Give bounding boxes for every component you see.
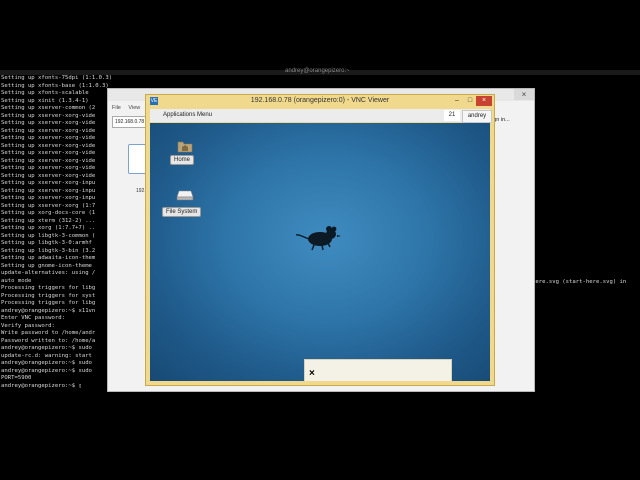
applications-menu-button[interactable]: Applications Menu — [163, 112, 212, 118]
terminal-line: Setting up adwaita-icon-them — [1, 255, 96, 261]
terminal-line: Setting up xserver-xorg (1:7 — [1, 202, 96, 209]
terminal-line: Processing triggers for syst — [1, 292, 96, 299]
terminal-line: update-alternatives: using / — [1, 270, 96, 276]
terminal-output-right: here.svg (start-here.svg) in — [532, 279, 627, 285]
terminal-line: Setting up xserver-xorg-vide — [1, 127, 96, 134]
terminal-line: Setting up xserver-xorg-vide — [1, 142, 96, 149]
terminal-line: Setting up xserver-xorg-vide — [1, 172, 96, 179]
terminal-line: Setting up xserver-xorg-inpu — [1, 180, 96, 186]
terminal-line: Setting up xserver-xorg-inpu — [1, 187, 96, 194]
desktop-icon-label: File System — [162, 207, 202, 217]
terminal-line: Setting up xserver-xorg-vide — [1, 157, 96, 164]
terminal-line: Setting up xserver-xorg-vide — [1, 112, 96, 119]
notification-close-icon[interactable]: × — [309, 369, 315, 379]
drive-icon — [176, 190, 194, 201]
terminal-output: Setting up xfonts-75dpi (1:1.0.3) ...Set… — [1, 75, 111, 390]
terminal-line: Setting up xserver-xorg-vide — [1, 135, 96, 141]
xfce-top-panel: Applications Menu 21 andrey — [150, 109, 492, 123]
terminal-line: Verify password: — [1, 322, 55, 329]
maximize-button[interactable]: □ — [463, 96, 477, 106]
terminal-line: Setting up xterm (312-2) ... — [1, 217, 96, 224]
terminal-line: andrey@orangepizero:~$ sudo — [1, 345, 92, 351]
terminal-line: Setting up xserver-common (2 — [1, 105, 96, 111]
terminal-line: PORT=5900 — [1, 375, 32, 381]
terminal-line: Setting up xserver-xorg-vide — [1, 150, 96, 156]
terminal-line: Setting up xorg-docs-core (1 — [1, 210, 96, 216]
close-button[interactable]: × — [476, 96, 492, 106]
remote-desktop[interactable]: Home File System × — [150, 123, 490, 381]
terminal-line: update-rc.d: warning: start — [1, 352, 92, 359]
outer-menubar: File View — [112, 105, 146, 111]
desktop-icon-label: Home — [170, 155, 195, 165]
desktop-icon-file-system[interactable]: File System — [160, 185, 210, 221]
terminal-line: Setting up xserver-xorg-vide — [1, 120, 96, 126]
terminal-line: Setting up xinit (1.3.4-1) — [1, 97, 89, 104]
minimize-button[interactable]: – — [450, 96, 464, 106]
notification-popup[interactable]: × — [304, 359, 452, 381]
terminal-line: Enter VNC password: — [1, 315, 65, 321]
terminal-line: andrey@orangepizero:~$ ▯ — [1, 382, 82, 389]
menu-file[interactable]: File — [112, 105, 121, 111]
terminal-line: Processing triggers for libg — [1, 300, 96, 306]
terminal-line: Setting up xserver-xorg-vide — [1, 165, 96, 171]
terminal-line: Write password to /home/andr — [1, 330, 96, 336]
vnc-titlebar[interactable]: VE 192.168.0.78 (orangepizero:0) - VNC V… — [146, 95, 494, 108]
home-folder-icon — [177, 141, 193, 153]
terminal-line: auto mode — [1, 277, 32, 284]
user-menu-button[interactable]: andrey — [462, 110, 492, 123]
terminal-line: Setting up xorg (1:7.7+7) .. — [1, 225, 96, 231]
desktop-icon-home[interactable]: Home — [170, 135, 200, 171]
terminal-line: Setting up libgtk-3-0:armhf — [1, 240, 92, 246]
terminal-line: Setting up xfonts-base (1:1.0.3) ... — [1, 82, 111, 89]
terminal-line: andrey@orangepizero:~$ sudo — [1, 367, 92, 374]
terminal-line: Setting up libgtk-3-common ( — [1, 232, 96, 239]
terminal-line: andrey@orangepizero:~$ x11vn — [1, 307, 96, 314]
menu-view[interactable]: View — [128, 105, 140, 111]
terminal-line: Setting up xfonts-75dpi (1:1.0.3) ... — [1, 75, 111, 81]
outer-close-button[interactable]: × — [514, 89, 534, 100]
terminal-line: Setting up libgtk-3-bin (3.2 — [1, 247, 96, 254]
terminal-line: Setting up xfonts-scalable — [1, 90, 89, 96]
xfce-mouse-logo-icon — [296, 226, 341, 251]
terminal-title: andrey@orangepizero:~ — [285, 68, 350, 74]
terminal-line: Processing triggers for libg — [1, 285, 96, 291]
terminal-line: Setting up gnome-icon-theme — [1, 262, 92, 269]
vnc-viewer-window[interactable]: VE 192.168.0.78 (orangepizero:0) - VNC V… — [145, 94, 495, 386]
vnc-window-title: 192.168.0.78 (orangepizero:0) - VNC View… — [250, 97, 390, 104]
terminal-line: Setting up xserver-xorg-inpu — [1, 195, 96, 201]
workspace-indicator[interactable]: 21 — [444, 110, 460, 121]
terminal-line: andrey@orangepizero:~$ sudo — [1, 360, 92, 366]
terminal-line: Password written to: /home/a — [1, 337, 96, 344]
